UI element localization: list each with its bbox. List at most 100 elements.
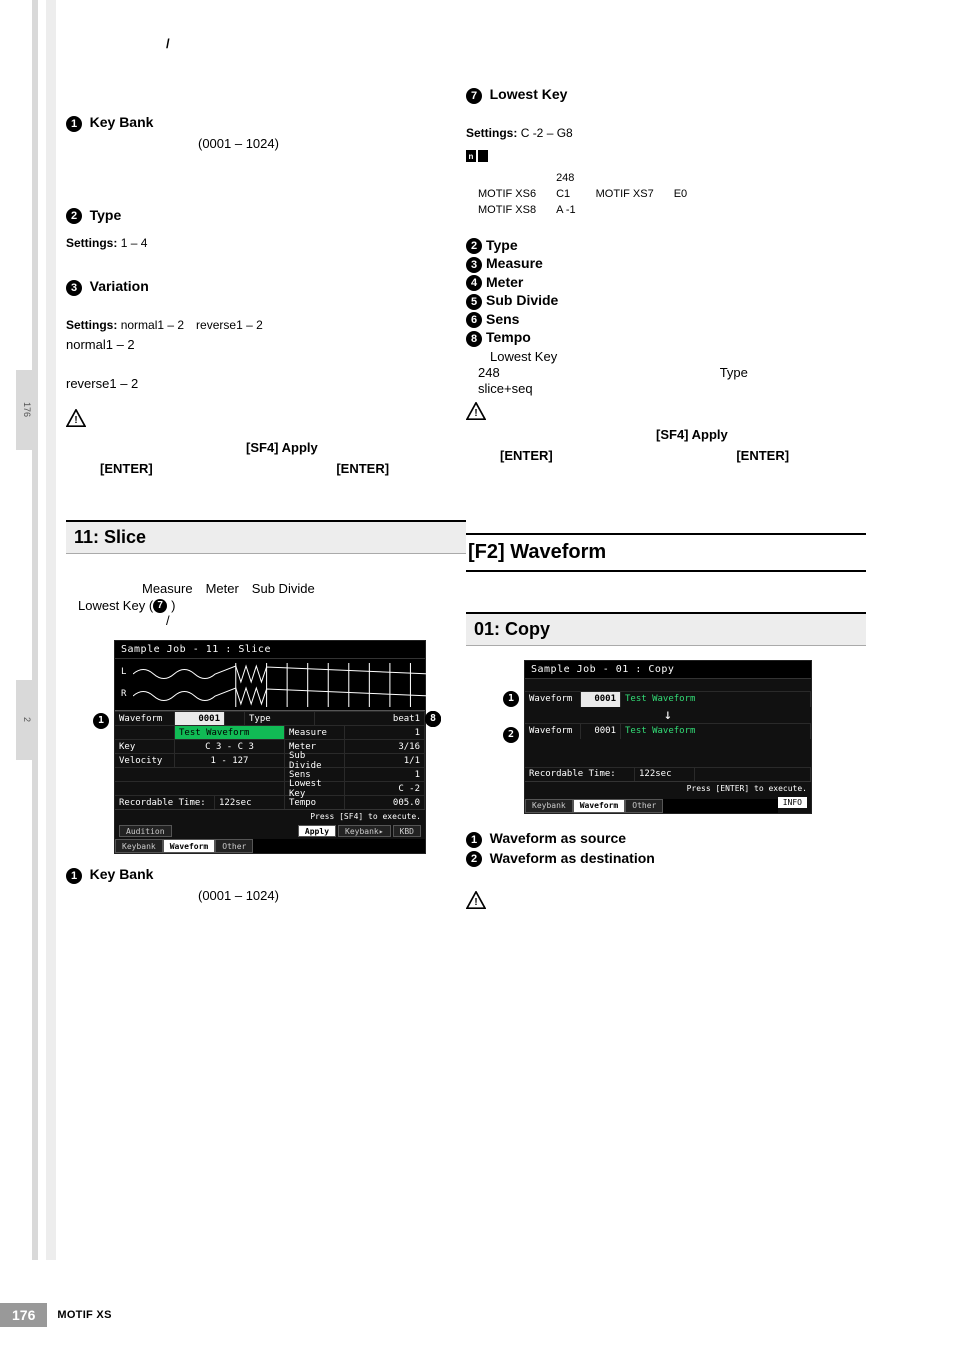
sub-248: 248 [478,365,500,380]
copy-dst-name: Test Waveform [621,724,811,739]
badge-dst: 2 [466,851,482,867]
footer-text: MOTIF XS [57,1309,111,1321]
page-number: 176 [0,1303,47,1327]
label-r-sens: Sens [486,311,519,327]
footer: 176 MOTIF XS [0,1303,112,1327]
tab-waveform[interactable]: Waveform [163,839,216,853]
svg-text:n: n [469,152,474,161]
section-f2-waveform: [F2] Waveform [466,533,866,572]
param-lowest-key: 7 Lowest Key [466,86,866,104]
info-badge[interactable]: INFO [778,797,807,808]
tab-other[interactable]: Other [215,839,253,853]
slice-slash: / [166,613,466,628]
range-key-bank-2: (0001 – 1024) [198,888,466,903]
label-dst: Waveform as destination [490,850,655,866]
note-a1: A -1 [556,203,594,217]
side-tab-1: 176 [16,370,38,450]
scr-velocity-value[interactable]: 1 - 127 [175,754,285,767]
copy-tab-keybank[interactable]: Keybank [525,799,573,813]
lk-suffix: ) [171,598,175,613]
callout-c2: 2 [503,727,519,743]
badge-3: 3 [66,280,82,296]
section-slice: 11: Slice [66,520,466,554]
copy-rec-label: Recordable Time: [525,768,635,781]
param-variation: 3 Variation [66,278,466,296]
header-slash: / [166,36,886,51]
enter-label-left-2: [ENTER] [336,461,389,476]
badge-r6: 6 [466,312,482,328]
arrow-down-icon: ↓ [525,707,811,723]
btn-audition[interactable]: Audition [119,825,172,837]
badge-1b: 1 [66,868,82,884]
copy-tab-waveform[interactable]: Waveform [573,799,626,813]
screenshot-slice: Sample Job - 11 : Slice L R [114,640,426,854]
copy-footer-text: Press [ENTER] to execute. [687,784,807,793]
settings-label-lk: Settings: [466,126,517,140]
copy-rec-value: 122sec [635,768,695,781]
screenshot-copy: Sample Job - 01 : Copy 1 Waveform 0001 T… [524,660,812,814]
badge-r2: 2 [466,238,482,254]
side-tab-2: 2 [16,680,38,760]
variation-line-b: normal1 – 2 [66,337,466,352]
note-248: 248 [556,171,594,185]
slice-lowest-key-line: Lowest Key (7) [78,598,466,614]
settings-type: Settings: 1 – 4 [66,236,466,250]
copy-src-name: Test Waveform [621,692,811,707]
copy-src-num[interactable]: 0001 [581,692,621,707]
scr-measure-label: Measure [285,726,345,739]
svg-text:!: ! [474,408,477,419]
enter-label-right-1: [ENTER] [500,448,553,463]
scr-measure-value[interactable]: 1 [345,726,425,739]
scr-title-copy: Sample Job - 01 : Copy [525,661,811,679]
scr-waveform-value[interactable]: 0001 [175,712,225,725]
scr-key-label: Key [115,740,175,753]
badge-r3: 3 [466,257,482,273]
param-type: 2 Type [66,207,466,225]
callout-1-left: 1 [93,713,109,729]
scr-sens-value[interactable]: 1 [345,768,425,781]
scr-waveform-name: Test Waveform [175,726,285,739]
param-row-type: 2Type [466,237,866,255]
caution-block-right: ! [466,402,866,423]
variation-line-c: reverse1 – 2 [66,376,466,391]
scr-subdivide-value[interactable]: 1/1 [345,754,425,767]
badge-r8: 8 [466,331,482,347]
scr-waveform-label: Waveform [115,712,175,725]
slice-params-line: Measure Meter Sub Divide [142,578,466,597]
section-copy: 01: Copy [466,612,866,646]
settings-value-lk: C -2 – G8 [521,126,573,140]
note-xs8: MOTIF XS8 [478,203,554,217]
btn-apply[interactable]: Apply [298,825,336,837]
copy-dst-num[interactable]: 0001 [581,724,621,739]
btn-kbd[interactable]: KBD [393,825,421,837]
callout-c1: 1 [503,691,519,707]
scr-rectime-value: 122sec [215,796,285,809]
settings-lowest-key: Settings: C -2 – G8 [466,126,866,140]
label-r-tempo: Tempo [486,329,531,345]
caution-block-left: ! [66,409,466,430]
svg-text:!: ! [74,415,77,426]
scr-lowestkey-value[interactable]: C -2 [345,782,425,795]
note-icon: n [466,151,488,165]
tab-keybank[interactable]: Keybank [115,839,163,853]
scr-key-value[interactable]: C 3 - C 3 [175,740,285,753]
badge-7: 7 [466,88,482,104]
apply-label-right: [SF4] Apply [656,427,728,442]
settings-value-var: normal1 – 2 reverse1 – 2 [121,318,263,332]
badge-r5: 5 [466,294,482,310]
note-xs6: MOTIF XS6 [478,187,554,201]
copy-tab-other[interactable]: Other [625,799,663,813]
note-box: n 248 MOTIF XS6 C1 MOTIF XS7 E0 MOTIF XS… [466,150,866,219]
label-r-measure: Measure [486,255,543,271]
badge-src: 1 [466,832,482,848]
label-lowest-key: Lowest Key [490,86,568,102]
sub-type: Type [720,365,748,380]
scr-tempo-value[interactable]: 005.0 [345,796,425,809]
btn-keybank-sf[interactable]: Keybank▸ [338,825,391,837]
scr-meter-value[interactable]: 3/16 [345,740,425,753]
range-key-bank: (0001 – 1024) [198,136,466,151]
scr-type-value[interactable]: beat1 [315,712,425,725]
caution-block-right-2: ! [466,891,866,912]
wave-label-r: R [121,689,126,699]
scr-rectime-label: Recordable Time: [115,796,215,809]
